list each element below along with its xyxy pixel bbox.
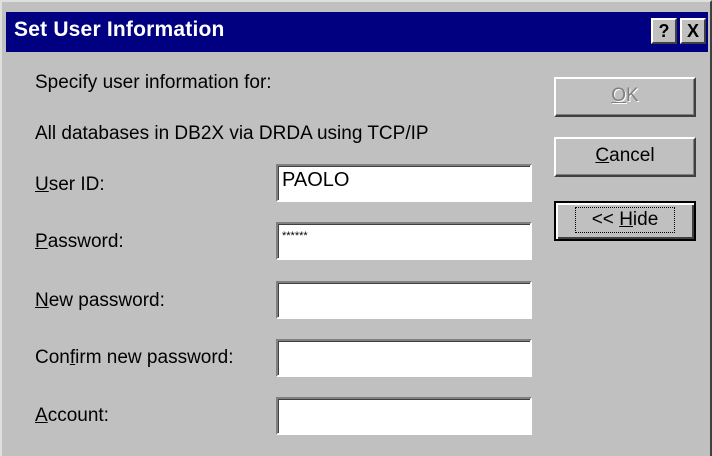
user-id-label: User ID:	[35, 174, 105, 196]
account-mnemonic: A	[35, 405, 48, 426]
password-mnemonic: P	[35, 231, 48, 252]
confirm-password-label: Confirm new password:	[35, 347, 234, 369]
account-field[interactable]	[276, 397, 532, 435]
help-icon: ?	[658, 21, 670, 41]
user-id-label-text: ser ID:	[48, 174, 105, 195]
hide-label-pre: <<	[591, 209, 620, 230]
title-bar: Set User Information ? X	[6, 12, 708, 52]
intro-label: Specify user information for:	[35, 72, 272, 93]
cancel-label: ancel	[609, 145, 655, 166]
window-title: Set User Information	[14, 18, 225, 41]
ok-label: K	[626, 85, 639, 106]
close-icon: X	[686, 21, 699, 41]
user-id-field[interactable]: PAOLO	[276, 164, 532, 202]
password-field[interactable]: ******	[276, 222, 532, 260]
confirm-password-label-text: irm new password:	[75, 347, 234, 368]
cancel-mnemonic: C	[595, 145, 610, 166]
target-description: All databases in DB2X via DRDA using TCP…	[35, 123, 429, 144]
confirm-password-label-pre: Con	[35, 347, 70, 368]
new-password-mnemonic: N	[35, 290, 49, 311]
hide-label: ide	[632, 209, 659, 230]
password-label-text: assword:	[47, 231, 124, 252]
close-button[interactable]: X	[680, 18, 706, 44]
set-user-information-dialog: Set User Information ? X Specify user in…	[0, 0, 712, 456]
password-label: Password:	[35, 231, 124, 253]
account-label: Account:	[35, 405, 109, 427]
help-button[interactable]: ?	[651, 18, 677, 44]
ok-mnemonic: O	[611, 85, 627, 106]
hide-focus-ring: << Hide	[574, 207, 676, 233]
cancel-button[interactable]: Cancel	[554, 137, 696, 177]
account-label-text: ccount:	[47, 405, 109, 426]
confirm-password-field[interactable]	[276, 339, 532, 377]
ok-button[interactable]: OK	[554, 77, 696, 117]
new-password-label-text: ew password:	[48, 290, 165, 311]
hide-button[interactable]: << Hide	[554, 201, 696, 241]
user-id-mnemonic: U	[35, 174, 49, 195]
hide-mnemonic: H	[619, 209, 633, 230]
new-password-label: New password:	[35, 290, 165, 312]
new-password-field[interactable]	[276, 281, 532, 319]
